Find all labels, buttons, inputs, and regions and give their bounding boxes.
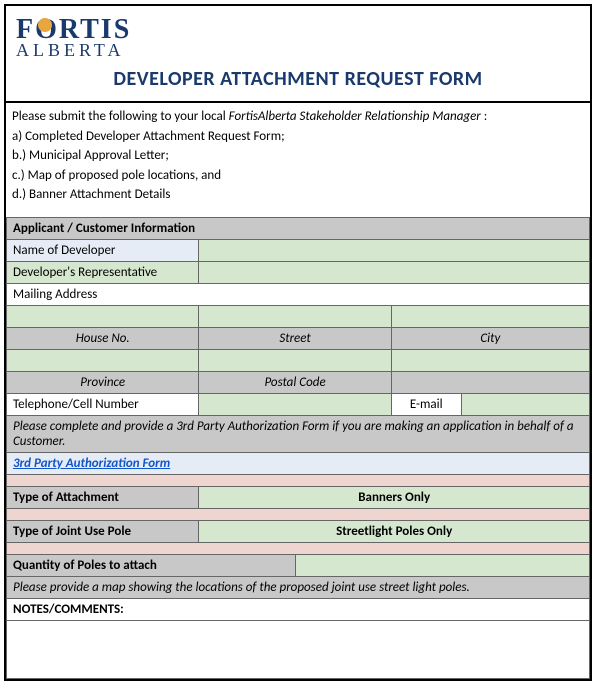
qty-input[interactable] (295, 554, 589, 576)
addr-row2-a[interactable] (7, 349, 199, 371)
notes-body[interactable] (7, 620, 590, 678)
intro-lead-b: FortisAlberta Stakeholder Relationship M… (229, 109, 481, 124)
logo: FORTIS ALBERTA (6, 6, 590, 61)
mailing-label: Mailing Address (7, 283, 590, 305)
addr-row2-b[interactable] (199, 349, 391, 371)
city-label: City (391, 327, 589, 349)
form-page: FORTIS ALBERTA DEVELOPER ATTACHMENT REQU… (4, 4, 592, 681)
attachment-type-label: Type of Attachment (7, 486, 199, 508)
third-party-link-cell: 3rd Party Authorization Form (7, 452, 590, 474)
intro-d: d.) Banner Attachment Details (12, 185, 584, 205)
spacer-1 (7, 474, 590, 486)
pole-type-label: Type of Joint Use Pole (7, 520, 199, 542)
email-label: E-mail (391, 393, 461, 415)
house-no-label: House No. (7, 327, 199, 349)
phone-input[interactable] (199, 393, 391, 415)
spacer-3 (7, 542, 590, 554)
intro-lead-c: : (481, 109, 487, 124)
phone-label: Telephone/Cell Number (7, 393, 199, 415)
applicant-header: Applicant / Customer Information (7, 217, 590, 239)
addr-blank (391, 371, 589, 393)
intro-block: Please submit the following to your loca… (6, 101, 590, 217)
pole-type-value: Streetlight Poles Only (199, 520, 590, 542)
intro-lead: Please submit the following to your loca… (12, 107, 584, 127)
name-input[interactable] (199, 239, 590, 261)
spacer-2 (7, 508, 590, 520)
street-label: Street (199, 327, 391, 349)
addr-row2-c[interactable] (391, 349, 589, 371)
third-party-note: Please complete and provide a 3rd Party … (7, 415, 590, 452)
addr-row1-b[interactable] (199, 305, 391, 327)
intro-a: a) Completed Developer Attachment Reques… (12, 127, 584, 147)
intro-c: c.) Map of proposed pole locations, and (12, 166, 584, 186)
attachment-type-value: Banners Only (199, 486, 590, 508)
name-label: Name of Developer (7, 239, 199, 261)
third-party-link[interactable]: 3rd Party Authorization Form (13, 456, 170, 471)
rep-input[interactable] (199, 261, 590, 283)
intro-lead-a: Please submit the following to your loca… (12, 109, 229, 124)
postal-label: Postal Code (199, 371, 391, 393)
form-title: DEVELOPER ATTACHMENT REQUEST FORM (6, 61, 590, 101)
applicant-section: Applicant / Customer Information Name of… (6, 217, 590, 679)
intro-b: b.) Municipal Approval Letter; (12, 146, 584, 166)
logo-line2: ALBERTA (16, 40, 580, 61)
map-note: Please provide a map showing the locatio… (7, 576, 590, 598)
province-label: Province (7, 371, 199, 393)
email-input[interactable] (461, 393, 589, 415)
rep-label: Developer's Representative (7, 261, 199, 283)
qty-label: Quantity of Poles to attach (7, 554, 296, 576)
addr-row1-c[interactable] (391, 305, 589, 327)
addr-row1-a[interactable] (7, 305, 199, 327)
notes-header: NOTES/COMMENTS: (7, 598, 590, 620)
